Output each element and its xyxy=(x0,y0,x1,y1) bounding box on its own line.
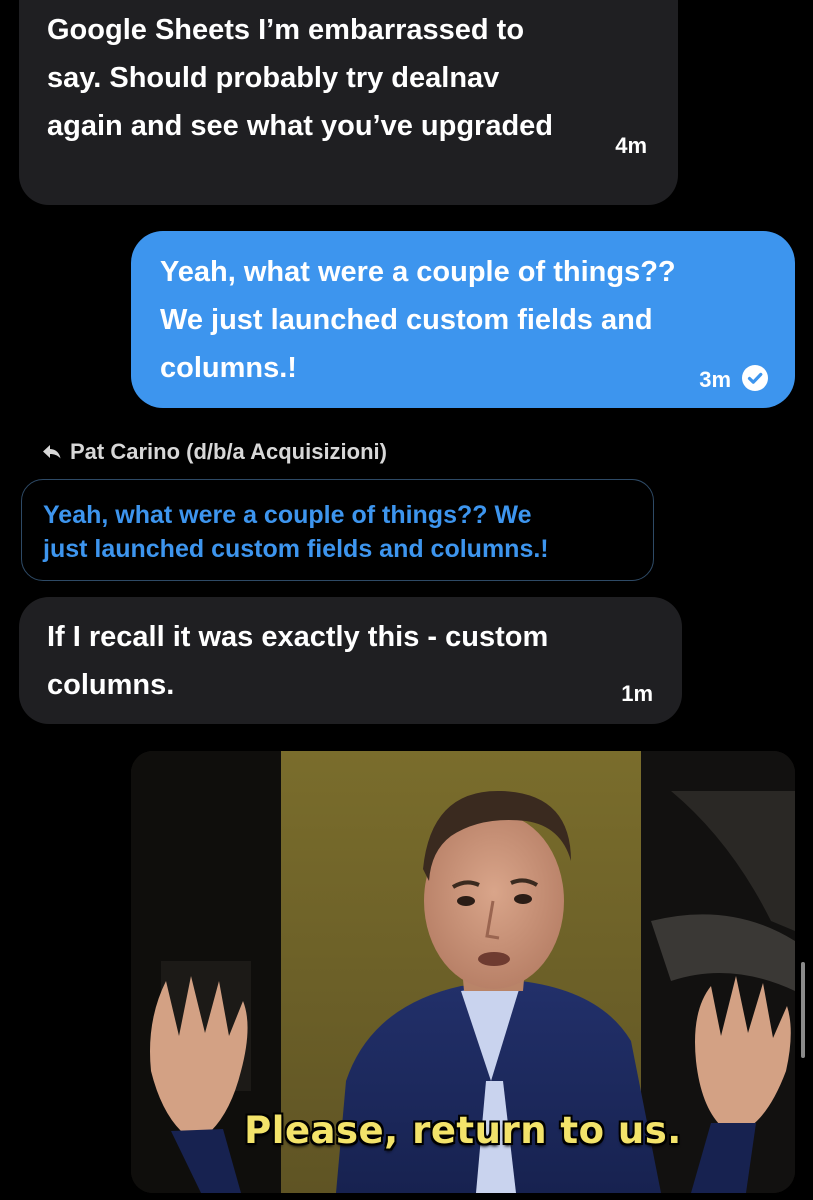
reply-author: Pat Carino (d/b/a Acquisizioni) xyxy=(70,439,387,464)
gif-caption: Please, return to us. xyxy=(244,1109,682,1152)
message-timestamp: 4m xyxy=(615,133,647,158)
reply-header: Pat Carino (d/b/a Acquisizioni) xyxy=(42,438,387,466)
message-bubble-incoming[interactable]: If I recall it was exactly this - custom… xyxy=(19,597,682,724)
reply-arrow-icon xyxy=(42,444,62,460)
quoted-text: Yeah, what were a couple of things?? We … xyxy=(43,501,549,563)
message-bubble-outgoing[interactable]: Yeah, what were a couple of things?? We … xyxy=(131,231,795,408)
check-circle-icon xyxy=(742,365,768,391)
message-timestamp: 3m xyxy=(699,367,731,392)
message-text: Google Sheets I’m embarrassed to say. Sh… xyxy=(47,14,554,142)
message-timestamp: 1m xyxy=(621,681,653,706)
scrollbar[interactable] xyxy=(801,962,805,1058)
message-text: If I recall it was exactly this - custom… xyxy=(47,621,549,701)
gif-message[interactable]: Please, return to us. xyxy=(131,751,795,1193)
message-text: Yeah, what were a couple of things?? We … xyxy=(160,256,676,384)
quoted-message[interactable]: Yeah, what were a couple of things?? We … xyxy=(21,479,654,581)
message-bubble-incoming[interactable]: Google Sheets I’m embarrassed to say. Sh… xyxy=(19,0,678,205)
